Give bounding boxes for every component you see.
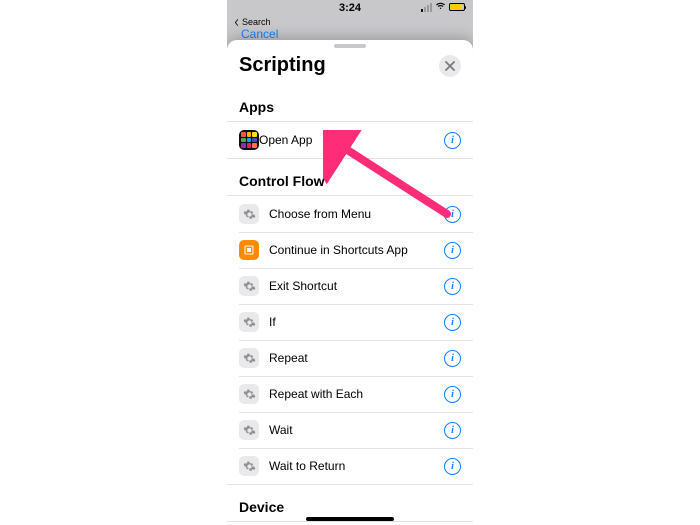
info-button[interactable]: i [444,422,461,439]
action-row-open-app[interactable]: Open App i [227,122,473,158]
status-bar: 3:24 [227,0,473,16]
gear-icon [239,276,259,296]
action-row-continue-shortcuts[interactable]: Continue in Shortcuts App i [227,232,473,268]
home-indicator[interactable] [306,517,394,521]
info-button[interactable]: i [444,314,461,331]
status-right [421,2,465,12]
section-header-control-flow: Control Flow [227,159,473,195]
chevron-left-icon [233,19,240,26]
back-to-app-label: Search [242,17,271,27]
close-icon [445,61,455,71]
action-row-wait[interactable]: Wait i [227,412,473,448]
info-button[interactable]: i [444,386,461,403]
status-time: 3:24 [339,2,361,14]
action-label: Wait [269,423,444,437]
phone-frame: 3:24 Search Cancel Scripting Apps [227,0,473,525]
gear-icon [239,312,259,332]
action-row-if[interactable]: If i [227,304,473,340]
action-label: Repeat with Each [269,387,444,401]
action-row-repeat-with-each[interactable]: Repeat with Each i [227,376,473,412]
section-header-device: Device [227,485,473,521]
info-button[interactable]: i [444,458,461,475]
sheet-title: Scripting [239,54,326,77]
action-label: Wait to Return [269,459,444,473]
action-label: If [269,315,444,329]
shortcuts-continue-icon [239,240,259,260]
info-button[interactable]: i [444,242,461,259]
info-button[interactable]: i [444,278,461,295]
section-header-apps: Apps [227,85,473,121]
wifi-icon [435,2,446,12]
info-button[interactable]: i [444,206,461,223]
gear-icon [239,348,259,368]
apps-grid-icon [239,130,259,150]
actions-list[interactable]: Apps Open App i Control Flow Choose from… [227,85,473,525]
cellular-icon [421,3,432,12]
gear-icon [239,420,259,440]
underlying-nav: Cancel [227,28,473,40]
action-label: Continue in Shortcuts App [269,243,444,257]
battery-icon [449,3,465,11]
gear-icon [239,456,259,476]
action-label: Exit Shortcut [269,279,444,293]
close-button[interactable] [439,55,461,77]
gear-icon [239,384,259,404]
action-row-choose-from-menu[interactable]: Choose from Menu i [227,196,473,232]
info-button[interactable]: i [444,350,461,367]
sheet-header: Scripting [227,48,473,85]
action-row-repeat[interactable]: Repeat i [227,340,473,376]
action-label: Choose from Menu [269,207,444,221]
action-row-wait-to-return[interactable]: Wait to Return i [227,448,473,484]
action-label: Open App [259,133,444,147]
cancel-button-dimmed: Cancel [241,27,278,41]
action-row-exit-shortcut[interactable]: Exit Shortcut i [227,268,473,304]
gear-icon [239,204,259,224]
info-button[interactable]: i [444,132,461,149]
action-picker-sheet: Scripting Apps Open App i Control Flow [227,40,473,525]
action-label: Repeat [269,351,444,365]
